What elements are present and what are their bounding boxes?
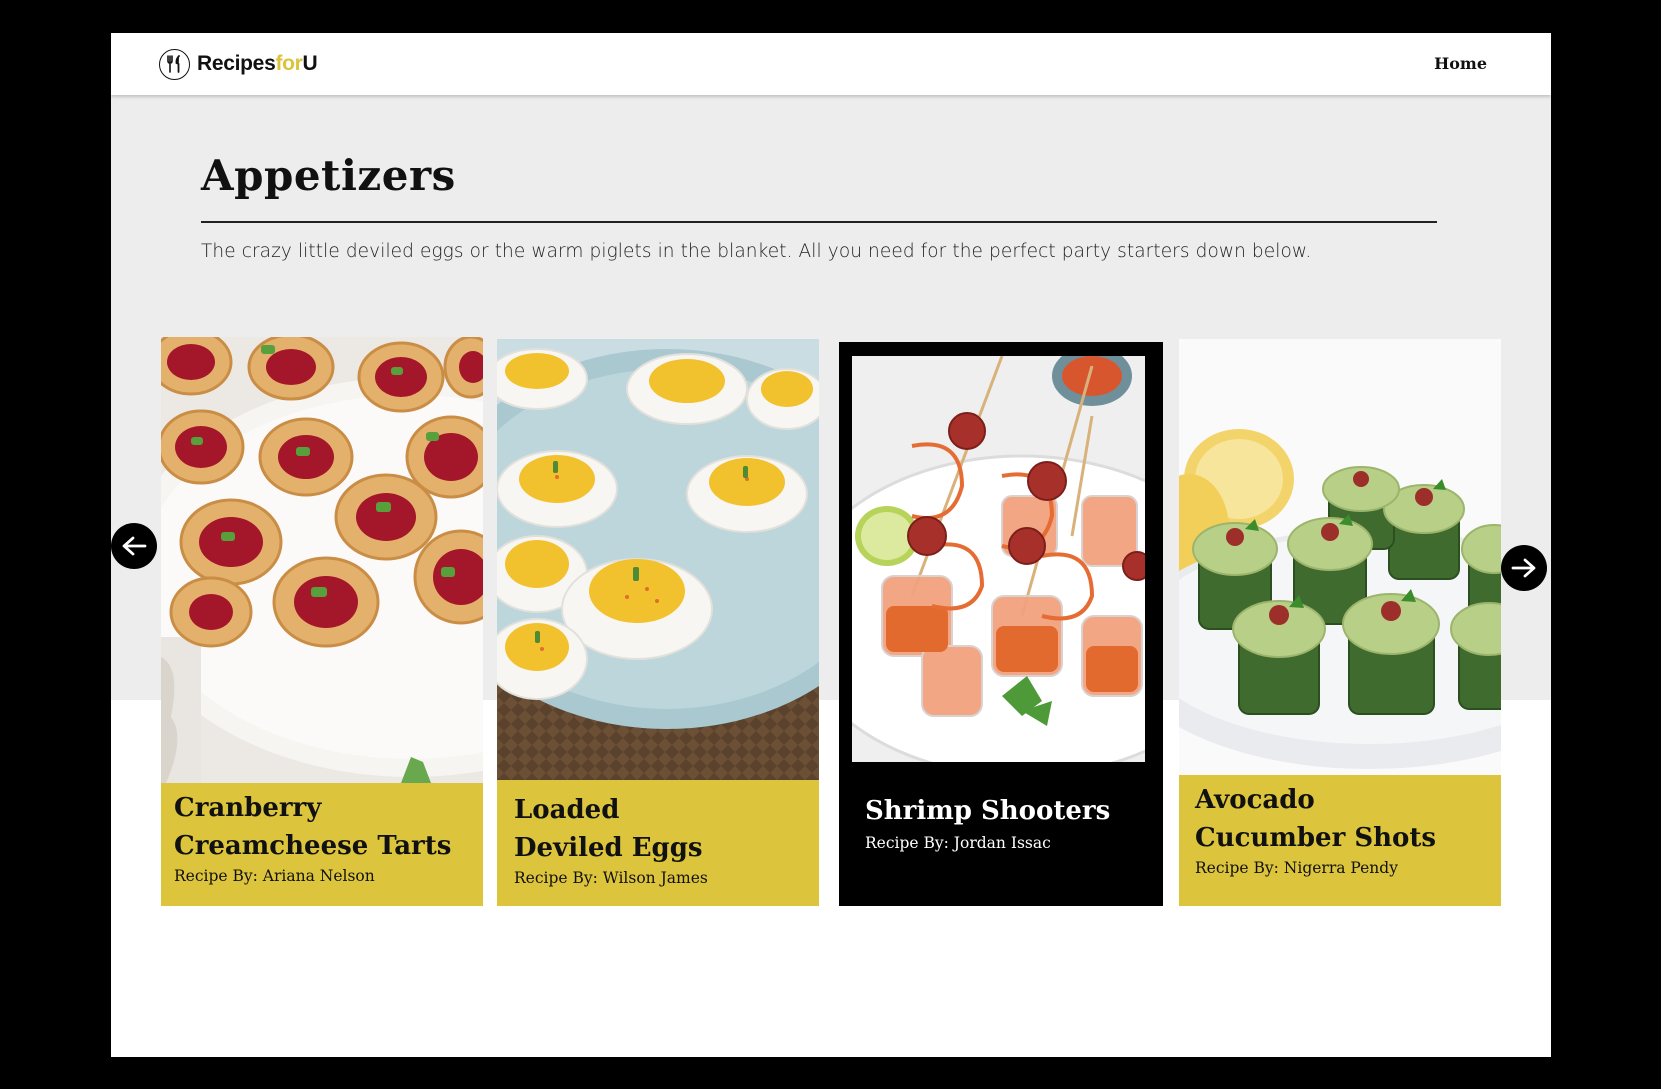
brand-logo[interactable]: RecipesforU bbox=[159, 48, 318, 80]
card-body: Avocado Cucumber Shots Recipe By: Nigerr… bbox=[1179, 775, 1501, 906]
card-author: Recipe By: Jordan Issac bbox=[865, 834, 1051, 852]
brand-name-part1: Recipes bbox=[197, 52, 276, 75]
title-divider bbox=[201, 221, 1437, 223]
recipe-card[interactable]: Loaded Deviled Eggs Recipe By: Wilson Ja… bbox=[497, 339, 819, 906]
brand-name: RecipesforU bbox=[197, 52, 318, 76]
card-title: Avocado Cucumber Shots bbox=[1195, 785, 1436, 853]
brand-name-part3: U bbox=[302, 52, 318, 75]
brand-name-accent: for bbox=[275, 52, 303, 75]
card-author: Recipe By: Wilson James bbox=[514, 869, 708, 887]
fork-knife-icon bbox=[159, 48, 190, 80]
recipe-card[interactable]: Cranberry Creamcheese Tarts Recipe By: A… bbox=[161, 337, 483, 906]
nav-home-link[interactable]: Home bbox=[1434, 54, 1487, 73]
recipe-image-avocado-cucumber bbox=[1179, 339, 1501, 775]
page-title: Appetizers bbox=[201, 151, 456, 200]
card-author: Recipe By: Nigerra Pendy bbox=[1195, 859, 1398, 877]
card-author: Recipe By: Ariana Nelson bbox=[174, 867, 375, 885]
arrow-left-icon bbox=[122, 536, 147, 556]
card-title: Shrimp Shooters bbox=[865, 796, 1111, 826]
carousel-prev-button[interactable] bbox=[111, 523, 157, 569]
card-body: Loaded Deviled Eggs Recipe By: Wilson Ja… bbox=[497, 780, 819, 906]
recipe-image-shrimp-shooters bbox=[852, 356, 1145, 762]
card-body: Shrimp Shooters Recipe By: Jordan Issac bbox=[839, 792, 1163, 852]
recipe-image-cranberry-tarts bbox=[161, 337, 483, 783]
card-body: Cranberry Creamcheese Tarts Recipe By: A… bbox=[161, 783, 483, 906]
recipe-image-deviled-eggs bbox=[497, 339, 819, 780]
arrow-right-icon bbox=[1511, 558, 1536, 578]
page-frame: RecipesforU Home Appetizers The crazy li… bbox=[111, 33, 1551, 1057]
card-title: Cranberry Creamcheese Tarts bbox=[174, 793, 452, 861]
recipe-card[interactable]: Avocado Cucumber Shots Recipe By: Nigerr… bbox=[1179, 339, 1501, 906]
carousel-next-button[interactable] bbox=[1501, 545, 1547, 591]
page-description: The crazy little deviled eggs or the war… bbox=[201, 241, 1312, 262]
recipe-card[interactable]: Shrimp Shooters Recipe By: Jordan Issac bbox=[839, 342, 1163, 906]
card-title: Loaded Deviled Eggs bbox=[514, 795, 703, 863]
top-navbar: RecipesforU Home bbox=[111, 33, 1551, 95]
